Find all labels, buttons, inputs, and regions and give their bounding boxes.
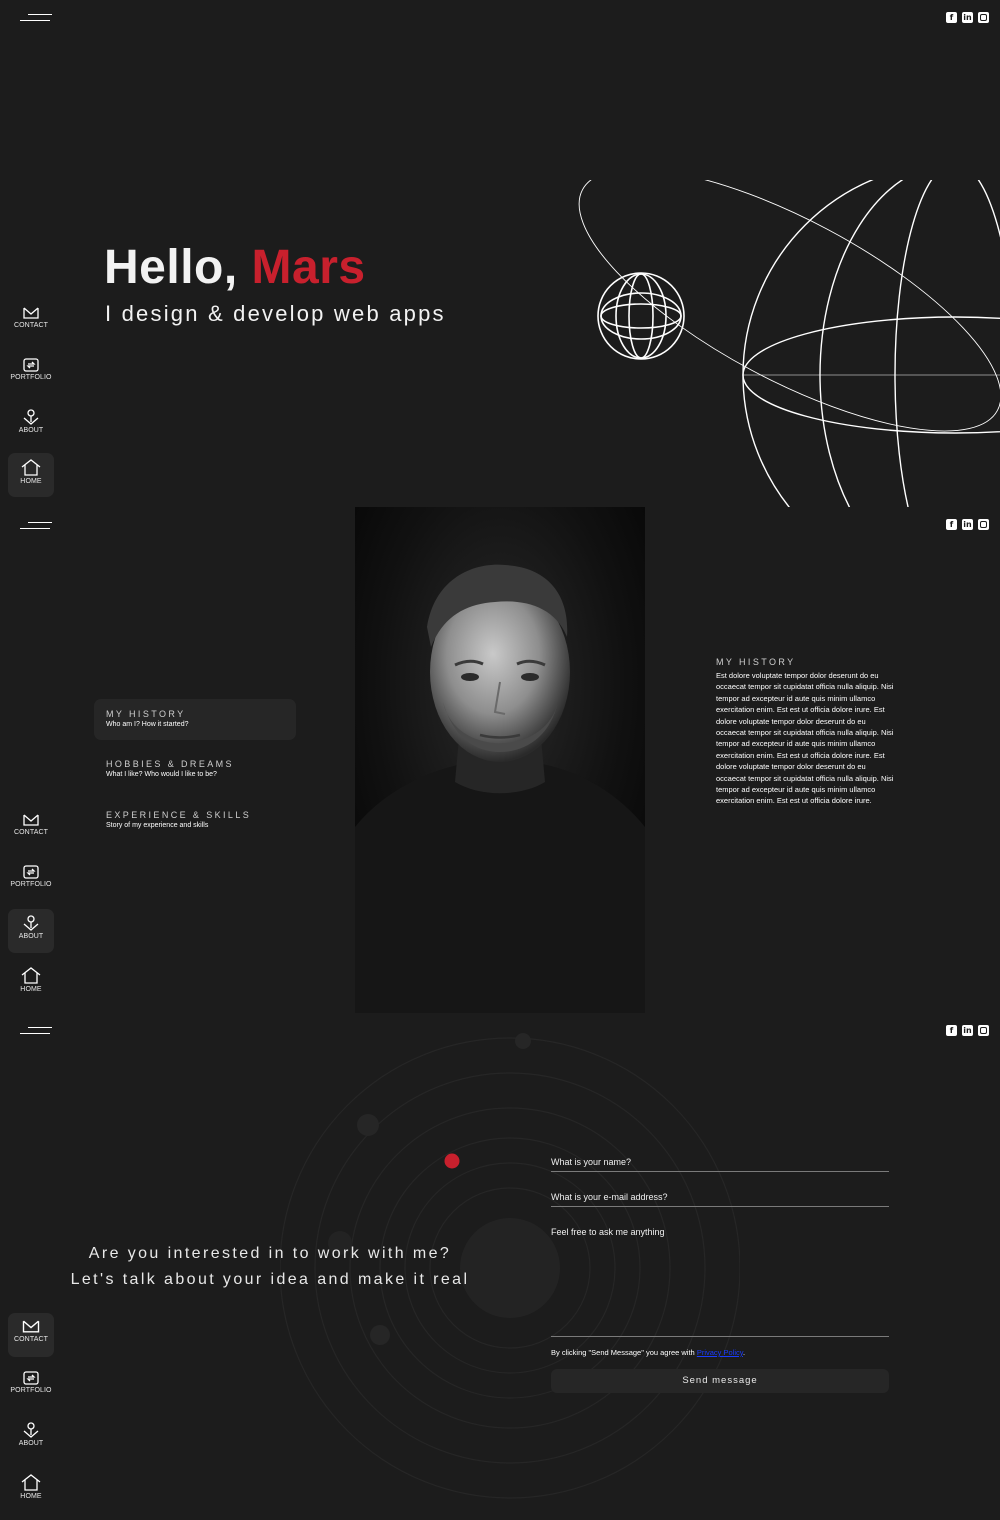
social-links: f in: [946, 12, 989, 23]
linkedin-icon[interactable]: in: [962, 519, 973, 530]
nav-about-label: ABOUT: [18, 1440, 44, 1447]
about-menu-title: EXPERIENCE & SKILLS: [106, 810, 252, 820]
nav-about[interactable]: ABOUT: [8, 1416, 54, 1460]
portfolio-icon: [23, 1371, 39, 1385]
social-links: f in: [946, 519, 989, 530]
facebook-icon[interactable]: f: [946, 12, 957, 23]
about-menu-title: MY HISTORY: [106, 709, 186, 719]
about-menu-subtitle: What I like? Who would I like to be?: [106, 771, 217, 778]
nav-home-label: HOME: [20, 986, 42, 993]
name-field[interactable]: What is your name?: [551, 1153, 889, 1172]
message-field-placeholder: Feel free to ask me anything: [551, 1227, 665, 1237]
instagram-icon[interactable]: [978, 519, 989, 530]
portfolio-icon: [23, 865, 39, 879]
linkedin-icon[interactable]: in: [962, 1025, 973, 1036]
instagram-icon[interactable]: [978, 12, 989, 23]
nav-portfolio[interactable]: PORTFOLIO: [8, 1365, 54, 1409]
home-icon: [21, 967, 41, 984]
facebook-icon[interactable]: f: [946, 1025, 957, 1036]
about-section: f in MY HISTORY Who am I? How it started…: [0, 507, 1000, 1013]
home-icon: [21, 1474, 41, 1491]
mail-icon: [23, 307, 39, 319]
name-field-placeholder: What is your name?: [551, 1157, 632, 1167]
nav-contact[interactable]: CONTACT: [8, 807, 54, 851]
planets-illustration: [578, 180, 1000, 507]
facebook-icon[interactable]: f: [946, 519, 957, 530]
nav-portfolio-label: PORTFOLIO: [10, 1387, 52, 1394]
message-field[interactable]: Feel free to ask me anything: [551, 1223, 889, 1337]
download-icon: [23, 915, 39, 931]
nav-about-label: ABOUT: [18, 427, 44, 434]
nav-home[interactable]: HOME: [8, 961, 54, 1005]
download-icon: [23, 1422, 39, 1438]
nav-portfolio[interactable]: PORTFOLIO: [8, 859, 54, 903]
hero-name: Mars: [251, 241, 366, 294]
nav-home-label: HOME: [20, 1493, 42, 1500]
nav-about[interactable]: ABOUT: [8, 909, 54, 953]
nav-portfolio[interactable]: PORTFOLIO: [8, 352, 54, 396]
history-body: Est dolore voluptate tempor dolor deseru…: [716, 671, 894, 806]
home-section: f in Hello, Mars I design & develop web …: [0, 0, 1000, 507]
nav-contact[interactable]: CONTACT: [8, 1313, 54, 1357]
nav-home-label: HOME: [20, 478, 42, 485]
email-field[interactable]: What is your e-mail address?: [551, 1188, 889, 1207]
about-menu-experience[interactable]: EXPERIENCE & SKILLS Story of my experien…: [94, 800, 296, 841]
nav-contact-label: CONTACT: [13, 1336, 48, 1343]
portrait-photo: [355, 507, 645, 1013]
about-menu-history[interactable]: MY HISTORY Who am I? How it started?: [94, 699, 296, 740]
linkedin-icon[interactable]: in: [962, 12, 973, 23]
nav-home[interactable]: HOME: [8, 453, 54, 497]
nav-portfolio-label: PORTFOLIO: [10, 881, 52, 888]
nav-about-label: ABOUT: [18, 933, 44, 940]
download-icon: [23, 409, 39, 425]
send-message-button[interactable]: Send message: [551, 1369, 889, 1393]
about-menu-subtitle: Story of my experience and skills: [106, 822, 209, 829]
about-menu-title: HOBBIES & DREAMS: [106, 759, 234, 769]
hero-greeting: Hello,: [104, 241, 238, 294]
history-title: MY HISTORY: [716, 657, 796, 667]
nav-contact[interactable]: CONTACT: [8, 300, 54, 344]
contact-line-1: Are you interested in to work with me?: [88, 1245, 452, 1262]
privacy-agreement: By clicking "Send Message" you agree wit…: [551, 1348, 745, 1357]
email-field-placeholder: What is your e-mail address?: [551, 1192, 668, 1202]
contact-line-2: Let's talk about your idea and make it r…: [70, 1271, 470, 1288]
hero-subtitle: I design & develop web apps: [105, 301, 446, 326]
menu-icon[interactable]: [20, 14, 54, 24]
agree-text: By clicking "Send Message" you agree wit…: [551, 1348, 697, 1357]
hero-title: Hello, Mars: [104, 240, 366, 295]
nav-about[interactable]: ABOUT: [8, 403, 54, 447]
red-planet-dot: [444, 1153, 460, 1169]
nav-contact-label: CONTACT: [13, 829, 48, 836]
about-menu-subtitle: Who am I? How it started?: [106, 721, 189, 728]
mail-icon: [22, 1320, 40, 1333]
home-icon: [21, 459, 41, 476]
mail-icon: [23, 814, 39, 826]
menu-icon[interactable]: [20, 1027, 54, 1037]
nav-portfolio-label: PORTFOLIO: [10, 374, 52, 381]
nav-home[interactable]: HOME: [8, 1468, 54, 1512]
about-menu-hobbies[interactable]: HOBBIES & DREAMS What I like? Who would …: [94, 749, 296, 790]
portfolio-icon: [23, 358, 39, 372]
history-panel: MY HISTORY Est dolore voluptate tempor d…: [716, 657, 894, 807]
instagram-icon[interactable]: [978, 1025, 989, 1036]
agree-suffix: .: [742, 1348, 746, 1357]
nav-contact-label: CONTACT: [13, 322, 48, 329]
social-links: f in: [946, 1025, 989, 1036]
contact-section: f in Are you interested in to work with …: [0, 1013, 1000, 1520]
privacy-policy-link[interactable]: Privacy Policy: [697, 1348, 743, 1357]
menu-icon[interactable]: [20, 522, 54, 532]
